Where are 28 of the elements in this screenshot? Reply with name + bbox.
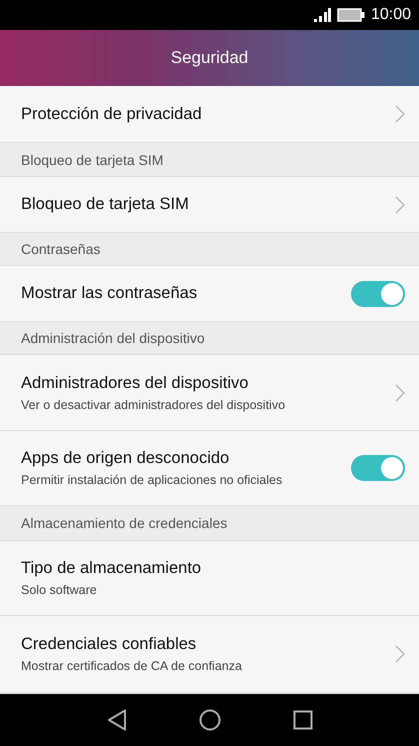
- chevron-icon: [395, 645, 405, 663]
- item-subtitle: Mostrar certificados de CA de confianza: [21, 659, 243, 673]
- section-header: Administración del dispositivo: [0, 321, 419, 354]
- chevron-icon: [395, 196, 405, 214]
- toggle-switch[interactable]: [351, 280, 405, 306]
- item-title: Credenciales confiables: [21, 635, 198, 654]
- signal-icon: [312, 8, 331, 22]
- section-header: Contraseñas: [0, 232, 419, 265]
- item-title: Mostrar las contraseñas: [21, 284, 198, 303]
- section-header: Almacenamiento de credenciales: [0, 505, 419, 540]
- item-title: Apps de origen desconocido: [21, 449, 230, 468]
- section-header: Bloqueo de tarjeta SIM: [0, 142, 419, 176]
- item-title: Administradores del dispositivo: [21, 374, 250, 392]
- item-title: Tipo de almacenamiento: [21, 559, 202, 578]
- battery-icon: [336, 8, 365, 22]
- item-title: Protección de privacidad: [21, 104, 203, 124]
- chevron-icon: [395, 105, 405, 123]
- home-icon[interactable]: [198, 709, 220, 731]
- recent-apps-icon[interactable]: [292, 710, 312, 730]
- item-subtitle: Permitir instalación de aplicaciones no oficiales: [21, 473, 284, 487]
- item-title: Bloqueo de tarjeta SIM: [21, 195, 190, 214]
- item-subtitle: Solo software: [21, 583, 98, 597]
- toggle-switch[interactable]: [351, 455, 405, 481]
- chevron-icon: [395, 384, 405, 402]
- clock: 10:00: [370, 6, 411, 24]
- screen-title: Seguridad: [170, 48, 248, 68]
- item-subtitle: Ver o desactivar administradores del dispositivo: [21, 398, 286, 412]
- back-icon[interactable]: [106, 709, 126, 731]
